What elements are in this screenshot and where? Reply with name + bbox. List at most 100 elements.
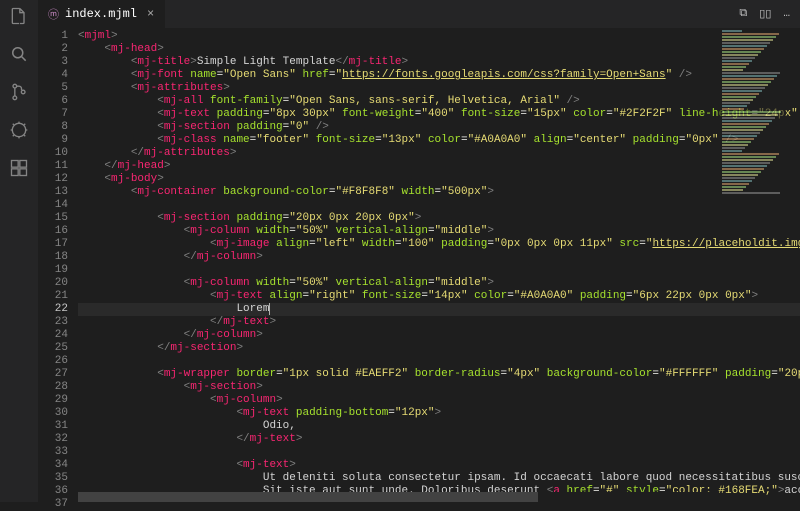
code-line[interactable]: </mj-attributes> — [78, 147, 800, 160]
tab-index-mjml[interactable]: ⓜ index.mjml × — [38, 0, 165, 28]
code-line[interactable]: <mj-section> — [78, 381, 800, 394]
code-line[interactable]: Lorem — [78, 303, 800, 316]
close-icon[interactable]: × — [147, 7, 154, 21]
more-actions-icon[interactable]: … — [783, 7, 790, 21]
minimap-line — [722, 45, 767, 47]
line-number: 36 — [38, 485, 68, 498]
line-number: 2 — [38, 43, 68, 56]
extensions-icon[interactable] — [7, 156, 31, 180]
minimap-line — [722, 42, 770, 44]
line-number: 14 — [38, 199, 68, 212]
horizontal-scrollbar[interactable] — [78, 492, 715, 502]
debug-icon[interactable] — [7, 118, 31, 142]
minimap-line — [722, 159, 773, 161]
code-line[interactable]: <mj-text padding-bottom="12px"> — [78, 407, 800, 420]
code-line[interactable]: <mj-font name="Open Sans" href="https://… — [78, 69, 800, 82]
line-number: 15 — [38, 212, 68, 225]
minimap-line — [722, 87, 765, 89]
code-line[interactable]: <mj-column width="50%" vertical-align="m… — [78, 225, 800, 238]
minimap-line — [722, 111, 781, 113]
line-number: 18 — [38, 251, 68, 264]
minimap-line — [722, 93, 759, 95]
scrollbar-thumb[interactable] — [78, 492, 538, 502]
line-number: 29 — [38, 394, 68, 407]
minimap-line — [722, 180, 752, 182]
code-line[interactable]: <mj-container background-color="#F8F8F8"… — [78, 186, 800, 199]
code-line[interactable]: <mj-image align="left" width="100" paddi… — [78, 238, 800, 251]
code-line[interactable] — [78, 264, 800, 277]
minimap-line — [722, 168, 764, 170]
minimap-line — [722, 36, 776, 38]
line-number: 22 — [38, 303, 68, 316]
minimap[interactable] — [718, 30, 786, 230]
code-line[interactable]: <mj-head> — [78, 43, 800, 56]
minimap-line — [722, 135, 757, 137]
code-line[interactable]: <mj-all font-family="Open Sans, sans-ser… — [78, 95, 800, 108]
line-number: 4 — [38, 69, 68, 82]
line-number: 35 — [38, 472, 68, 485]
minimap-line — [722, 150, 742, 152]
code-line[interactable]: <mj-attributes> — [78, 82, 800, 95]
editor-main: ⓜ index.mjml × ⧉ ▯▯ … 123456789101112131… — [38, 0, 800, 502]
line-number: 1 — [38, 30, 68, 43]
minimap-line — [722, 114, 778, 116]
code-line[interactable]: <mj-section padding="0" /> — [78, 121, 800, 134]
code-area[interactable]: <mjml> <mj-head> <mj-title>Simple Light … — [78, 28, 800, 502]
line-number: 28 — [38, 381, 68, 394]
code-line[interactable]: <mj-column width="50%" vertical-align="m… — [78, 277, 800, 290]
line-number: 12 — [38, 173, 68, 186]
code-line[interactable]: Ut deleniti soluta consectetur ipsam. Id… — [78, 472, 800, 485]
minimap-line — [722, 75, 777, 77]
minimap-line — [722, 57, 755, 59]
minimap-line — [722, 90, 762, 92]
minimap-line — [722, 39, 773, 41]
minimap-line — [722, 138, 754, 140]
line-number: 27 — [38, 368, 68, 381]
split-editor-icon[interactable]: ▯▯ — [759, 7, 771, 21]
line-number: 34 — [38, 459, 68, 472]
minimap-line — [722, 153, 779, 155]
code-line[interactable]: <mj-section padding="20px 0px 20px 0px"> — [78, 212, 800, 225]
line-number: 16 — [38, 225, 68, 238]
open-preview-icon[interactable]: ⧉ — [739, 7, 747, 21]
code-line[interactable]: <mjml> — [78, 30, 800, 43]
minimap-line — [722, 78, 774, 80]
code-line[interactable]: <mj-title>Simple Light Template</mj-titl… — [78, 56, 800, 69]
minimap-line — [722, 84, 768, 86]
minimap-line — [722, 126, 766, 128]
code-line[interactable]: <mj-body> — [78, 173, 800, 186]
code-line[interactable]: </mj-column> — [78, 329, 800, 342]
line-number: 23 — [38, 316, 68, 329]
code-line[interactable]: </mj-section> — [78, 342, 800, 355]
minimap-line — [722, 63, 749, 65]
line-number: 25 — [38, 342, 68, 355]
code-line[interactable] — [78, 199, 800, 212]
minimap-line — [722, 120, 772, 122]
code-line[interactable]: <mj-text align="right" font-size="14px" … — [78, 290, 800, 303]
code-line[interactable]: </mj-text> — [78, 316, 800, 329]
code-line[interactable]: </mj-text> — [78, 433, 800, 446]
code-line[interactable]: </mj-head> — [78, 160, 800, 173]
explorer-icon[interactable] — [7, 4, 31, 28]
code-line[interactable]: Odio, — [78, 420, 800, 433]
code-line[interactable]: <mj-wrapper border="1px solid #EAEFF2" b… — [78, 368, 800, 381]
minimap-line — [722, 189, 743, 191]
minimap-line — [722, 165, 767, 167]
minimap-line — [722, 174, 758, 176]
code-line[interactable]: </mj-column> — [78, 251, 800, 264]
code-line[interactable]: <mj-text padding="8px 30px" font-weight=… — [78, 108, 800, 121]
code-line[interactable]: <mj-column> — [78, 394, 800, 407]
code-line[interactable] — [78, 355, 800, 368]
code-line[interactable]: <mj-text> — [78, 459, 800, 472]
source-control-icon[interactable] — [7, 80, 31, 104]
activity-bar — [0, 0, 38, 502]
line-number: 24 — [38, 329, 68, 342]
search-icon[interactable] — [7, 42, 31, 66]
minimap-line — [722, 30, 742, 32]
code-line[interactable]: <mj-class name="footer" font-size="13px"… — [78, 134, 800, 147]
minimap-line — [722, 117, 775, 119]
line-number: 6 — [38, 95, 68, 108]
minimap-line — [722, 147, 745, 149]
line-number: 7 — [38, 108, 68, 121]
code-line[interactable] — [78, 446, 800, 459]
